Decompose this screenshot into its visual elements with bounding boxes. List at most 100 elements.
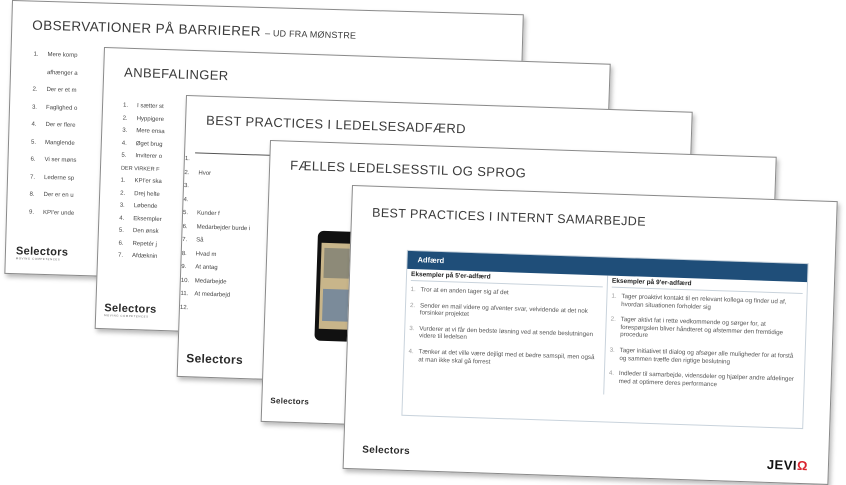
client-logo: JEVIΩ [767,457,809,473]
list-number: 1. [185,154,199,164]
list-item: 6.Vi ser møns [30,155,76,166]
behavior-item: 4.Indleder til samarbejde, vidensdeler o… [609,370,800,392]
list-number: 4. [122,138,136,148]
list-item: 8.Der er en u [29,190,75,201]
list-number: 5. [31,137,45,147]
list-item: 2.Drej helte [120,188,163,199]
list-number: 1. [33,50,47,60]
list-item: 10.Medarbejde [181,275,249,287]
behavior-list: 1.Tror at en anden tager sig af det 2.Sen… [408,286,602,369]
item-text: Sender en mail videre og afventer svar, … [420,302,602,323]
list-number: 3. [32,102,46,112]
item-number: 1. [410,286,420,294]
list-text: Eksempler [133,216,162,223]
list-text: Hvor [198,170,211,176]
list-number: 12. [180,302,194,312]
item-text: Tager aktivt fat i rette vedkommende og … [620,316,802,345]
behavior-item: 4.Tænker at det ville være dejligt med e… [408,348,600,370]
slide-title: ANBEFALINGER [124,65,229,83]
list-text: Der er en u [43,192,73,199]
item-text: Vurderer at vi får den bedste løsning ve… [419,325,601,346]
list-text: Medarbejder burde i [197,224,251,232]
column-title: Eksempler på 9'er-adfærd [612,278,803,294]
list-number: 8. [182,248,196,258]
list-number: 4. [183,194,197,204]
list-text: Repetér j [132,241,157,248]
list-text: Der er flere [45,122,75,129]
list-number: 5. [121,151,135,161]
behavior-item: 1.Tager proaktivt kontakt til en relevan… [611,293,802,315]
list-number: 6. [182,221,196,231]
list-text: Faglighed o [46,104,78,111]
list-text: Afdæknin [132,253,158,260]
list-number: 3. [184,181,198,191]
behavior-item: 2.Sender en mail videre og afventer svar… [410,302,602,324]
list-item: 3.Faglighed o [32,102,78,113]
list-text: Mere ensa [136,128,165,135]
list-text: Kunder f [197,210,220,217]
list-item: 2.Der er et m [32,85,78,96]
list-group: 1.KPI'er ska2.Drej helte3.Løbende4.Eksem… [118,176,163,262]
list-text: Inviterer o [135,153,162,160]
list-number: 9. [29,207,43,217]
selectors-logo: SelectorsMOVING COMPETENCES [16,245,69,261]
list-item: 1.KPI'er ska [120,176,163,187]
list-item: afhænger a [33,67,79,78]
list-text: Mere komp [47,52,77,59]
list-number: 4. [31,120,45,130]
behavior-panel: Adfærd Eksempler på 5'er-adfærd 1.Tror a… [401,250,808,429]
item-text: Tager proaktivt kontakt til en relevant … [621,293,802,314]
list-text: KPI'er ska [134,178,161,185]
list-item: 4.Øget brug [122,138,165,149]
list-item: 2.Hvor [184,167,252,179]
slide-internt-samarbejde: BEST PRACTICES I INTERNT SAMARBEJDE Adfæ… [343,185,838,485]
selectors-logo: Selectors [186,351,243,367]
behavior-item: 1.Tror at en anden tager sig af det [410,286,602,300]
section-label: DER VIRKER F [121,163,164,174]
item-number: 4. [408,348,418,364]
list-item: 1.I sætter st [123,101,166,112]
list-text: Manglende [45,139,75,146]
list-number: 1. [120,176,134,186]
list-item: 7.Afdæknin [118,251,161,262]
list-number: 5. [119,226,133,236]
list-item: 3.Løbende [120,201,163,212]
list-number: 4. [119,213,133,223]
item-number: 2. [410,302,420,318]
selectors-logo: SelectorsMOVING COMPETENCES [104,302,157,319]
list-text: Hyppigere [137,116,165,123]
list-number: 2. [184,167,198,177]
item-number: 3. [409,325,419,341]
slide-title: BEST PRACTICES I INTERNT SAMARBEJDE [372,206,646,229]
behavior-list: 1.Tager proaktivt kontakt til en relevan… [609,293,803,392]
list-text: I sætter st [137,103,164,110]
item-text: Indleder til samarbejde, vidensdeler og … [619,370,800,391]
slide-title: FÆLLES LEDELSESSTIL OG SPROG [290,158,527,181]
list-item: 4. [183,194,251,206]
behavior-item: 3.Vurderer at vi får den bedste løsning … [409,325,601,347]
list-number: 5. [183,208,197,218]
list-text: Der er et m [46,87,76,94]
selectors-logo: Selectors [270,396,309,406]
list-item: 8.Hvad m [182,248,250,260]
item-number: 3. [609,347,619,363]
nine-behavior-column: Eksempler på 9'er-adfærd 1.Tager proakti… [603,276,807,402]
list-item: 3.Mere ensa [122,126,165,137]
list-item: 6.Medarbejder burde i [182,221,250,233]
list-number: 2. [122,113,136,123]
list-item: 5.Kunder f [183,208,251,220]
list-text: Den ønsk [133,228,159,235]
list-item: 6.Repetér j [118,238,161,249]
list-item: 1.Mere komp [33,50,79,61]
list-text: Hvad m [196,251,217,258]
list-item: 5.Manglende [31,137,77,148]
list-number: 7. [182,235,196,245]
list-number: 3. [122,126,136,136]
selectors-logo: Selectors [362,444,410,457]
list-text: KPI'er unde [43,209,74,216]
list-number: 1. [123,101,137,111]
item-number: 1. [611,293,621,309]
behavior-item: 2.Tager aktivt fat i rette vedkommende o… [610,316,802,345]
list-text: Medarbejde [195,278,227,285]
list-item: 7.Lederne sp [30,172,76,183]
